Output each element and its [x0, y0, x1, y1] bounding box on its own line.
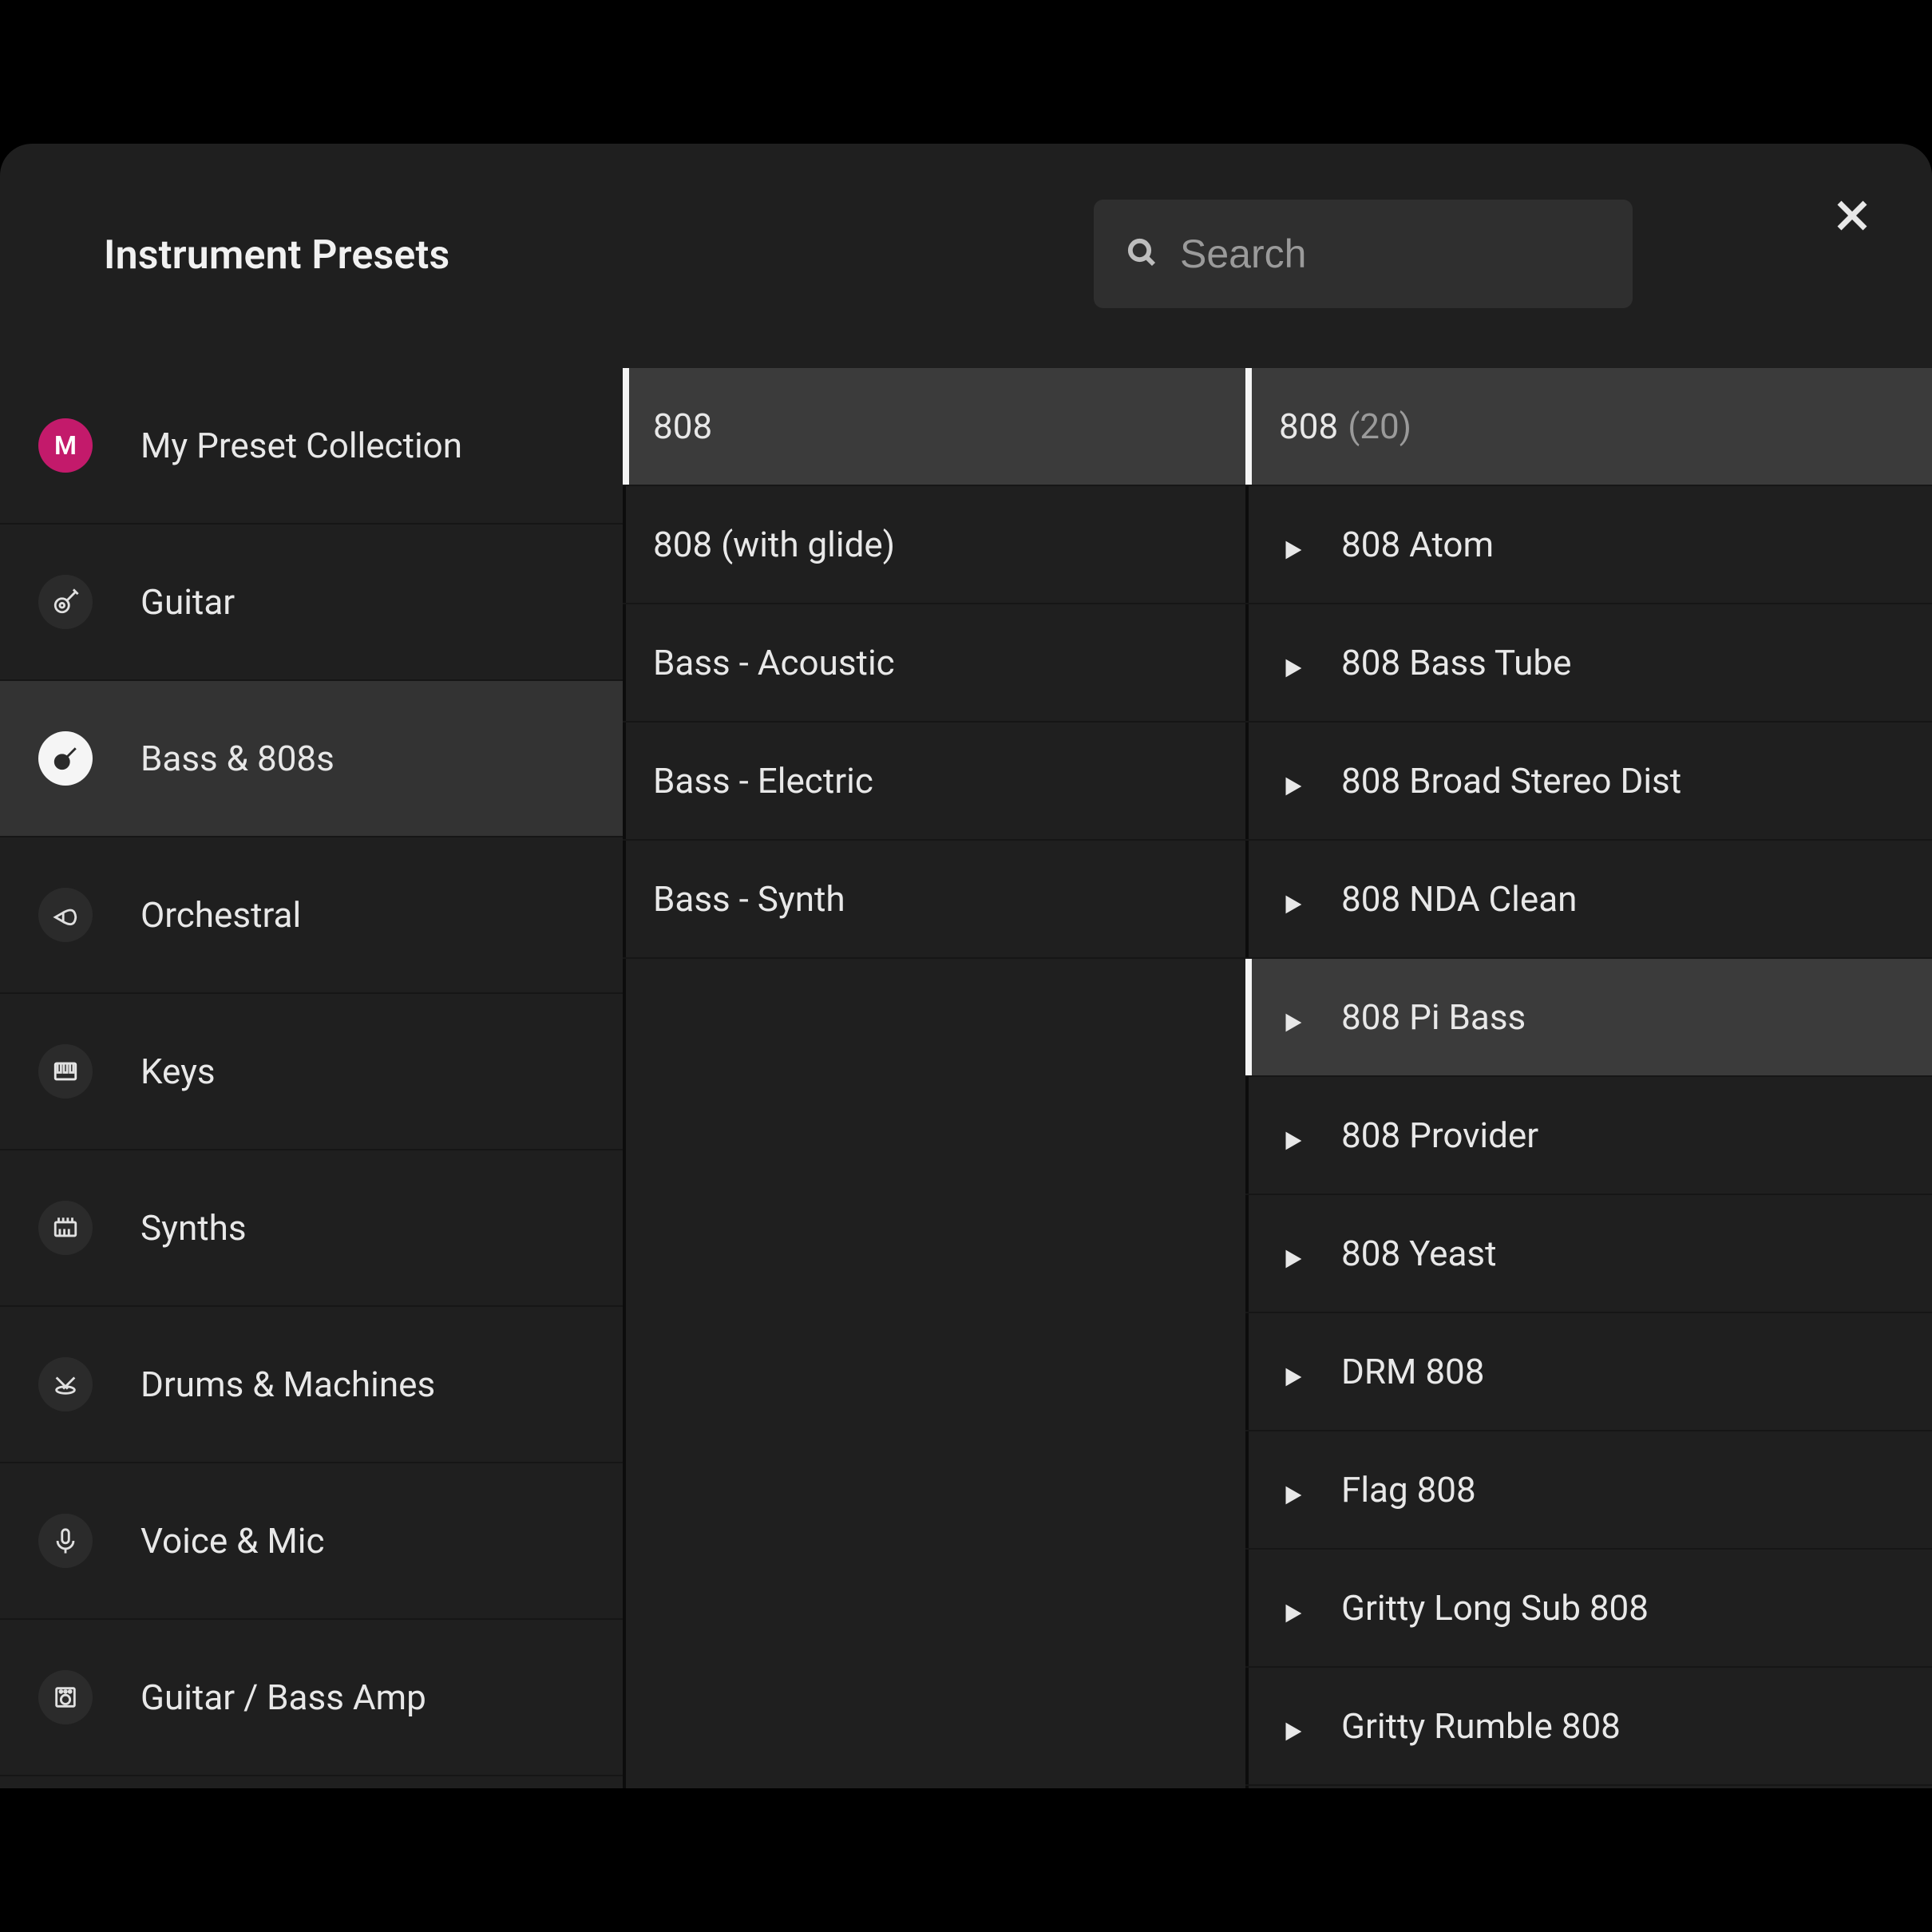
bass-icon: [38, 731, 93, 786]
category-label: Orchestral: [141, 894, 301, 936]
category-label: Bass & 808s: [141, 738, 335, 779]
header: Instrument Presets: [0, 144, 1932, 367]
preset-label: 808 Pi Bass: [1341, 996, 1526, 1038]
category-row[interactable]: Synths: [0, 1150, 623, 1307]
preset-row[interactable]: 808 Atom: [1245, 486, 1932, 604]
subcategory-row[interactable]: Bass - Synth: [623, 841, 1245, 959]
preset-list-header: 808(20): [1245, 368, 1932, 486]
category-label: Guitar: [141, 581, 235, 623]
play-icon[interactable]: [1279, 1240, 1306, 1267]
mic-icon: [38, 1514, 93, 1568]
piano-icon: [38, 1044, 93, 1099]
preset-row[interactable]: 808 Yeast: [1245, 1195, 1932, 1313]
preset-row[interactable]: 808 Broad Stereo Dist: [1245, 723, 1932, 841]
preset-browser-window: Instrument Presets M My Preset Collection…: [0, 144, 1932, 1788]
subcategory-label: 808 (with glide): [653, 524, 895, 565]
preset-count: (20): [1348, 406, 1411, 447]
guitar-icon: [38, 575, 93, 629]
amp-icon: [38, 1670, 93, 1724]
play-icon[interactable]: [1279, 1712, 1306, 1740]
horn-icon: [38, 888, 93, 942]
preset-row[interactable]: DRM 808: [1245, 1313, 1932, 1431]
preset-row[interactable]: 808 Provider: [1245, 1077, 1932, 1195]
preset-row[interactable]: Flag 808: [1245, 1431, 1932, 1550]
preset-label: 808 Broad Stereo Dist: [1341, 760, 1681, 802]
subcategory-row[interactable]: 808: [623, 368, 1245, 486]
play-icon[interactable]: [1279, 1594, 1306, 1621]
preset-label: 808 Atom: [1341, 524, 1494, 565]
category-row[interactable]: Keys: [0, 994, 623, 1150]
category-row[interactable]: Guitar: [0, 525, 623, 681]
preset-label: Gritty Long Sub 808: [1341, 1587, 1649, 1629]
synth-icon: [38, 1201, 93, 1255]
letter-m-icon: M: [38, 418, 93, 473]
play-icon[interactable]: [1279, 531, 1306, 558]
category-row[interactable]: Drums & Machines: [0, 1307, 623, 1463]
play-icon[interactable]: [1279, 885, 1306, 913]
subcategory-label: Bass - Electric: [653, 760, 873, 802]
subcategory-label: 808: [653, 406, 712, 447]
close-icon: [1833, 196, 1871, 238]
search-box[interactable]: [1094, 200, 1633, 308]
preset-label: 808 Yeast: [1341, 1233, 1497, 1274]
category-row[interactable]: M My Preset Collection: [0, 368, 623, 525]
category-row[interactable]: Orchestral: [0, 837, 623, 994]
preset-list-title: 808: [1279, 406, 1338, 447]
category-row[interactable]: Voice & Mic: [0, 1463, 623, 1620]
preset-label: 808 Bass Tube: [1341, 642, 1571, 683]
subcategory-row[interactable]: Bass - Electric: [623, 723, 1245, 841]
preset-row[interactable]: Gritty Rumble 808: [1245, 1668, 1932, 1786]
play-icon[interactable]: [1279, 767, 1306, 794]
category-label: Keys: [141, 1051, 216, 1092]
close-button[interactable]: [1828, 193, 1876, 241]
category-label: Guitar / Bass Amp: [141, 1677, 426, 1718]
subcategory-label: Bass - Synth: [653, 878, 845, 920]
preset-label: Gritty Rumble 808: [1341, 1705, 1621, 1747]
search-icon: [1126, 236, 1158, 271]
subcategory-row[interactable]: 808 (with glide): [623, 486, 1245, 604]
play-icon[interactable]: [1279, 1004, 1306, 1031]
preset-row[interactable]: 808 Bass Tube: [1245, 604, 1932, 723]
preset-row[interactable]: 808 NDA Clean: [1245, 841, 1932, 959]
preset-row[interactable]: 808 Pi Bass: [1245, 959, 1932, 1077]
play-icon[interactable]: [1279, 1476, 1306, 1503]
play-icon[interactable]: [1279, 649, 1306, 676]
preset-label: 808 NDA Clean: [1341, 878, 1577, 920]
search-input[interactable]: [1180, 231, 1693, 277]
page-title: Instrument Presets: [104, 232, 449, 279]
preset-column: 808(20) 808 Atom 808 Bass Tube 808 Broad St…: [1245, 368, 1932, 1788]
preset-label: DRM 808: [1341, 1351, 1485, 1392]
category-row[interactable]: Bass & 808s: [0, 681, 623, 837]
drums-icon: [38, 1357, 93, 1411]
subcategory-column: 808 808 (with glide) Bass - Acoustic Bass -…: [623, 368, 1245, 1788]
play-icon[interactable]: [1279, 1122, 1306, 1149]
preset-row[interactable]: Gritty Long Sub 808: [1245, 1550, 1932, 1668]
category-label: Drums & Machines: [141, 1364, 435, 1405]
browser-columns: M My Preset Collection Guitar Bass & 808s Or…: [0, 367, 1932, 1788]
preset-label: Flag 808: [1341, 1469, 1476, 1510]
category-row[interactable]: Guitar / Bass Amp: [0, 1620, 623, 1776]
category-label: Voice & Mic: [141, 1520, 325, 1562]
play-icon[interactable]: [1279, 1358, 1306, 1385]
subcategory-label: Bass - Acoustic: [653, 642, 895, 683]
subcategory-row[interactable]: Bass - Acoustic: [623, 604, 1245, 723]
preset-label: 808 Provider: [1341, 1114, 1538, 1156]
category-label: Synths: [141, 1207, 247, 1249]
category-column: M My Preset Collection Guitar Bass & 808s Or…: [0, 368, 623, 1788]
category-label: My Preset Collection: [141, 425, 462, 466]
